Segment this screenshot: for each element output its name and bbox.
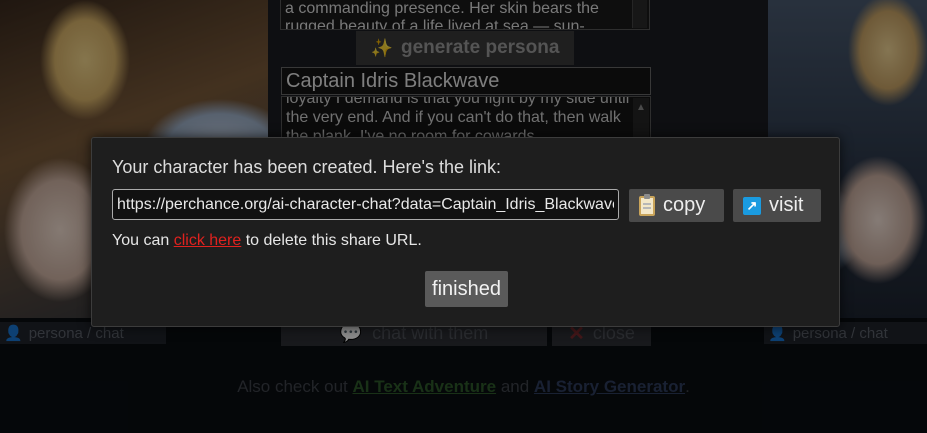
delete-share-url-link[interactable]: click here [174,232,242,249]
external-link-icon: ↗ [743,196,761,215]
visit-button[interactable]: ↗ visit [733,189,821,222]
visit-label: visit [769,194,804,216]
copy-label: copy [663,194,706,216]
delete-url-text: You can click here to delete this share … [112,232,422,250]
modal-message: Your character has been created. Here's … [112,157,501,177]
copy-button[interactable]: copy [629,189,724,222]
share-link-modal: Your character has been created. Here's … [91,137,840,327]
delete-prefix: You can [112,232,170,249]
clipboard-icon [639,193,655,216]
finished-button[interactable]: finished [425,271,508,307]
share-link-field[interactable] [112,189,619,220]
delete-suffix: to delete this share URL. [245,232,422,249]
